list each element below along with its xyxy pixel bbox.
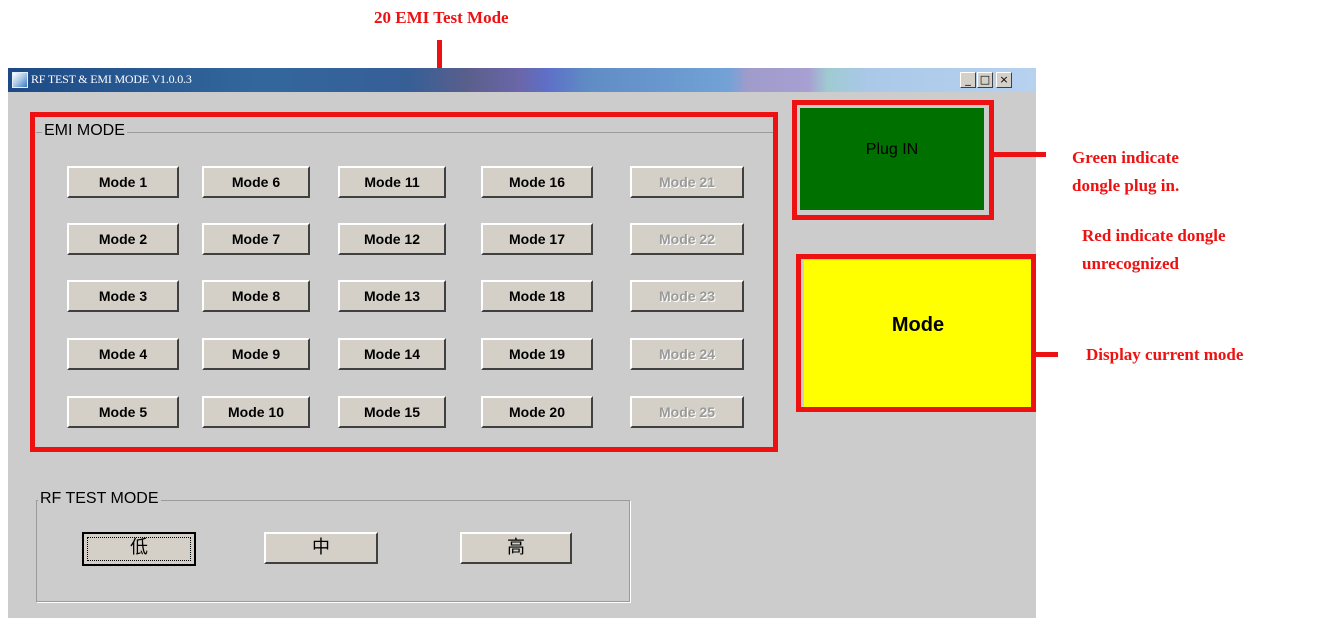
rf-high-button[interactable]: 高 (460, 532, 572, 564)
maximize-button[interactable]: □ (977, 72, 993, 88)
plug-highlight-box (792, 100, 994, 220)
title-bar[interactable]: RF TEST & EMI MODE V1.0.0.3 _ □ × (8, 68, 1036, 92)
rf-test-legend: RF TEST MODE (38, 490, 161, 508)
rf-high-label: 高 (507, 537, 525, 558)
annotation-plug-line1: Green indicate (1072, 148, 1179, 167)
annotation-emi-title: 20 EMI Test Mode (374, 8, 509, 27)
annotation-mode-pointer (1036, 352, 1058, 357)
app-icon (12, 72, 28, 88)
annotation-plug-pointer (994, 152, 1046, 157)
mode-highlight-box (796, 254, 1036, 412)
rf-mid-button[interactable]: 中 (264, 532, 378, 564)
emi-highlight-box (30, 112, 778, 452)
window-title: RF TEST & EMI MODE V1.0.0.3 (31, 72, 192, 86)
annotation-plug-line2: dongle plug in. (1072, 176, 1180, 195)
minimize-button[interactable]: _ (960, 72, 976, 88)
focus-rectangle (87, 537, 191, 561)
rf-low-button[interactable]: 低 (82, 532, 196, 566)
annotation-red-line1: Red indicate dongle (1082, 226, 1226, 245)
close-button[interactable]: × (996, 72, 1012, 88)
app-window: RF TEST & EMI MODE V1.0.0.3 _ □ × EMI MO… (8, 68, 1036, 618)
annotation-red-line2: unrecognized (1082, 254, 1179, 273)
rf-mid-label: 中 (312, 537, 330, 558)
annotation-mode-note: Display current mode (1086, 345, 1244, 364)
